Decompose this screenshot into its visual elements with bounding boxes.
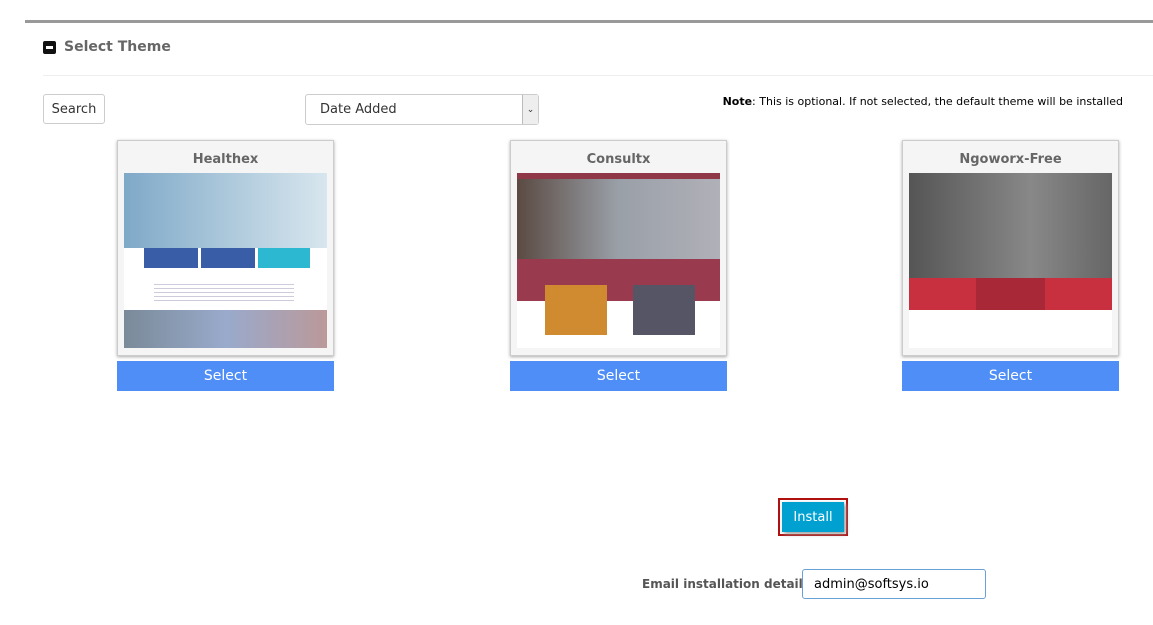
sort-select[interactable]: Date Added ⌄: [305, 94, 539, 125]
sort-value: Date Added: [320, 102, 397, 117]
theme-preview[interactable]: [517, 173, 720, 348]
top-divider: [25, 20, 1153, 23]
theme-preview[interactable]: [909, 173, 1112, 348]
theme-card-healthex: Healthex Select: [117, 140, 334, 391]
section-header[interactable]: Select Theme: [43, 39, 171, 55]
theme-card-consultx: Consultx Select: [510, 140, 727, 391]
collapse-icon[interactable]: [43, 40, 56, 54]
install-highlight: Install: [778, 498, 848, 536]
divider: [43, 75, 1153, 76]
select-theme-button[interactable]: Select: [902, 361, 1119, 391]
email-input[interactable]: [802, 569, 986, 599]
select-theme-button[interactable]: Select: [510, 361, 727, 391]
theme-preview[interactable]: [124, 173, 327, 348]
theme-card-ngoworx-free: Ngoworx-Free Select: [902, 140, 1119, 391]
theme-name: Consultx: [586, 152, 651, 167]
select-theme-button[interactable]: Select: [117, 361, 334, 391]
theme-name: Ngoworx-Free: [959, 152, 1062, 167]
install-button[interactable]: Install: [782, 502, 844, 532]
theme-name: Healthex: [192, 152, 259, 167]
chevron-down-icon: ⌄: [522, 95, 538, 124]
search-button[interactable]: Search: [43, 94, 105, 124]
section-title: Select Theme: [64, 39, 171, 55]
note-text: Note: This is optional. If not selected,…: [722, 95, 1123, 108]
